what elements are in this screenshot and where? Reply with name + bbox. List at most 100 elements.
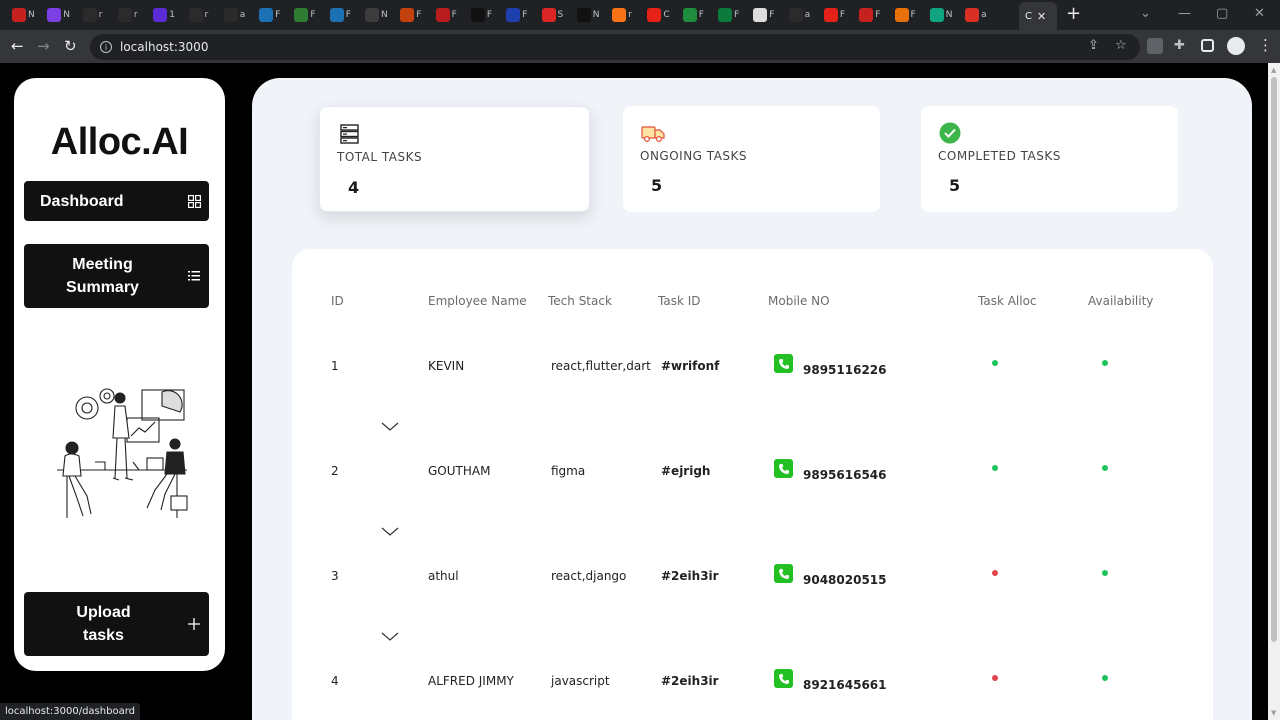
browser-tab[interactable]: a [222, 5, 249, 25]
bookmark-star-icon[interactable]: ☆ [1115, 38, 1127, 53]
browser-tab[interactable]: F [751, 5, 778, 25]
browser-tab[interactable]: F [822, 5, 849, 25]
browser-tab[interactable]: C [645, 5, 672, 25]
active-tab[interactable]: C ✕ [1019, 2, 1057, 30]
address-bar[interactable]: i localhost:3000 [90, 34, 1140, 60]
mobile-number: 8921645661 [803, 678, 887, 692]
phone-icon[interactable] [774, 669, 793, 688]
phone-icon[interactable] [774, 564, 793, 583]
browser-tab[interactable]: S [540, 5, 567, 25]
ongoing-tasks-label: ONGOING TASKS [640, 149, 748, 163]
browser-tab[interactable]: F [716, 5, 743, 25]
github-icon [223, 8, 238, 22]
browser-tab[interactable]: F [398, 5, 425, 25]
check-circle-icon [939, 122, 961, 144]
browser-tab[interactable]: r [116, 5, 143, 25]
browser-tab[interactable]: F [504, 5, 531, 25]
browser-tab-title: 1 [169, 10, 175, 20]
browser-tab[interactable]: r [610, 5, 637, 25]
upload-tasks-button[interactable]: Upload tasks [24, 592, 209, 656]
tech-stack: react,flutter,dart [551, 359, 651, 373]
availability-status-dot [1102, 465, 1108, 471]
header-availability: Availability [1088, 294, 1154, 308]
browser-tab[interactable]: F [681, 5, 708, 25]
app-logo: Alloc.AI [50, 121, 189, 163]
task-alloc-status-dot [992, 465, 998, 471]
reload-button[interactable]: ↻ [64, 37, 77, 55]
close-tab-icon[interactable]: ✕ [1037, 10, 1046, 23]
extensions-puzzle-icon[interactable]: ✚ [1174, 38, 1185, 53]
new-tab-button[interactable]: + [1066, 5, 1081, 23]
browser-tab[interactable]: N [575, 5, 602, 25]
browser-tab[interactable]: F [434, 5, 461, 25]
browser-tab[interactable]: F [257, 5, 284, 25]
gmail-icon [47, 8, 62, 22]
browser-tab[interactable]: N [363, 5, 390, 25]
page-scrollbar[interactable]: ▲ ▼ [1268, 63, 1280, 720]
browser-tab[interactable]: F [893, 5, 920, 25]
browser-tab-title: N [945, 10, 953, 20]
site-icon [612, 8, 627, 22]
site-info-icon[interactable]: i [100, 41, 112, 53]
browser-tab-title: S [557, 10, 564, 20]
app-page: Alloc.AI Dashboard Meeting Summary Uploa… [0, 63, 1268, 720]
site-icon [365, 8, 379, 22]
browser-tab[interactable]: F [469, 5, 496, 25]
browser-tab[interactable]: a [963, 5, 990, 25]
employee-name: athul [428, 569, 459, 583]
browser-tab-title: N [592, 10, 600, 20]
back-button[interactable]: ← [11, 37, 24, 55]
site-icon [859, 8, 874, 22]
site-icon [400, 8, 415, 22]
scroll-down-icon[interactable]: ▼ [1271, 709, 1276, 717]
browser-tab-title: F [451, 10, 457, 20]
dashboard-button[interactable]: Dashboard [24, 181, 209, 221]
chevron-down-icon[interactable] [381, 417, 399, 431]
browser-menu-icon[interactable]: ⋮ [1258, 36, 1273, 54]
chevron-down-icon[interactable] [381, 627, 399, 641]
browser-tab-title: F [486, 10, 493, 20]
maximize-button[interactable]: ▢ [1216, 6, 1228, 21]
browser-tab-title: F [839, 10, 846, 20]
extension-icon[interactable] [1147, 38, 1163, 54]
team-meeting-illustration [57, 388, 188, 518]
browser-tab[interactable]: 1 [151, 5, 178, 25]
browser-tab[interactable]: F [292, 5, 319, 25]
browser-tab[interactable]: N [45, 5, 72, 25]
active-tab-title: C [1025, 10, 1032, 22]
browser-tab[interactable]: N [928, 5, 955, 25]
ongoing-tasks-value: 5 [651, 176, 663, 195]
chevron-down-icon[interactable] [381, 522, 399, 536]
header-task-id: Task ID [658, 294, 701, 308]
browser-tab-title: F [345, 10, 351, 20]
phone-icon[interactable] [774, 459, 793, 478]
forward-button[interactable]: → [37, 37, 50, 55]
row-id: 2 [331, 464, 339, 478]
close-window-button[interactable]: ✕ [1254, 6, 1265, 21]
browser-tab[interactable]: F [857, 5, 884, 25]
scrollbar-thumb[interactable] [1271, 77, 1277, 642]
browser-tab-title: r [204, 10, 209, 20]
browser-tab-title: F [522, 10, 528, 20]
share-icon[interactable]: ⇪ [1088, 38, 1099, 53]
browser-tab[interactable]: a [787, 5, 814, 25]
sidebar: Alloc.AI Dashboard Meeting Summary Uploa… [14, 78, 225, 671]
browser-tab[interactable]: r [81, 5, 108, 25]
scroll-up-icon[interactable]: ▲ [1271, 66, 1276, 74]
browser-tab-title: N [381, 10, 388, 20]
browser-tab-title: a [239, 10, 246, 20]
profile-avatar[interactable] [1227, 37, 1245, 55]
side-panel-icon[interactable] [1201, 39, 1214, 52]
minimize-button[interactable]: — [1178, 6, 1191, 21]
site-icon [965, 8, 980, 22]
mobile-number: 9895616546 [803, 468, 887, 482]
browser-tab-title: F [698, 10, 704, 20]
phone-icon[interactable] [774, 354, 793, 373]
tab-search-icon[interactable]: ⌄ [1140, 6, 1151, 21]
task-id: #wrifonf [661, 359, 720, 373]
header-tech-stack: Tech Stack [548, 294, 612, 308]
browser-tab[interactable]: N [10, 5, 37, 25]
browser-tab[interactable]: r [187, 5, 214, 25]
meeting-summary-button[interactable]: Meeting Summary [24, 244, 209, 308]
browser-tab[interactable]: F [328, 5, 355, 25]
